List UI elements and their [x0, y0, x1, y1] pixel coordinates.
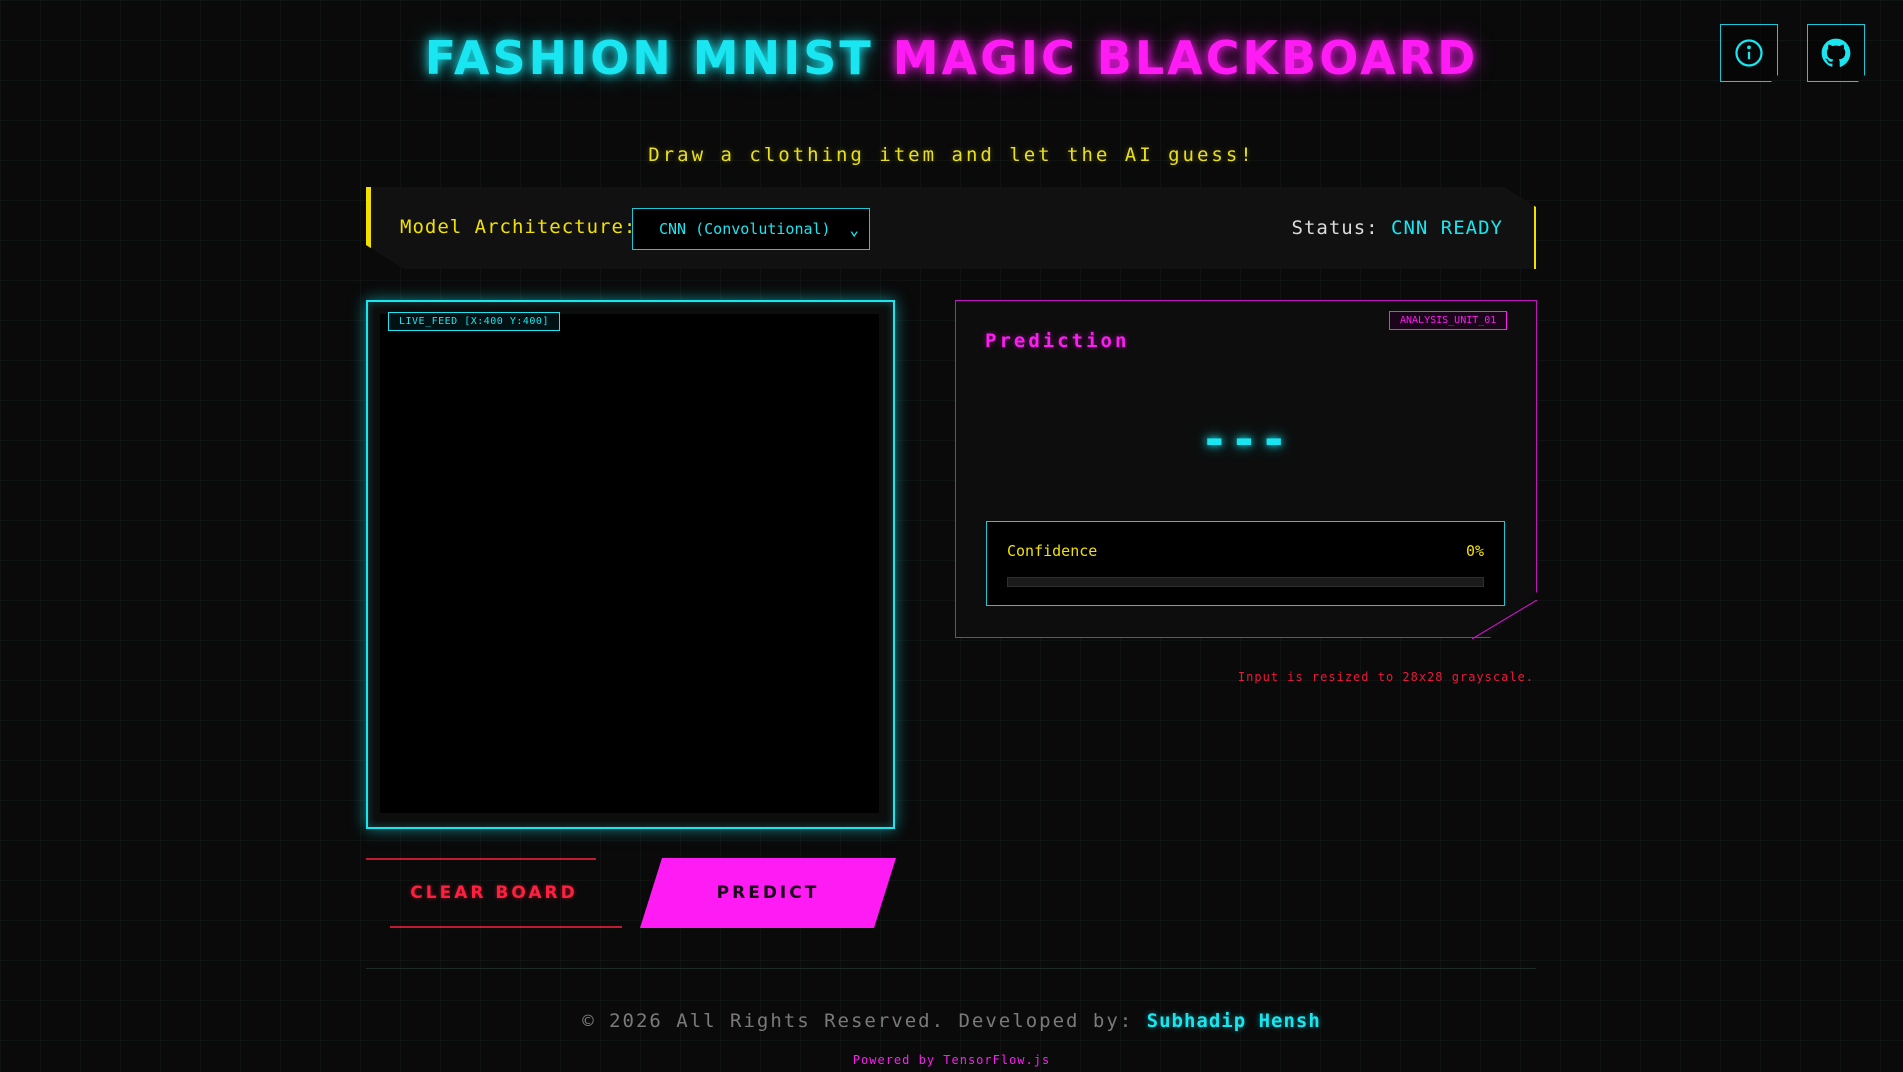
author-link[interactable]: Subhadip Hensh	[1147, 1010, 1321, 1032]
resize-note: Input is resized to 28x28 grayscale.	[1237, 670, 1534, 684]
prediction-label: Prediction	[985, 330, 1130, 352]
clear-board-button[interactable]: CLEAR BOARD	[366, 858, 622, 928]
confidence-box: Confidence 0%	[986, 521, 1505, 606]
predict-button-label: PREDICT	[716, 883, 820, 903]
status-value: CNN READY	[1391, 217, 1503, 239]
status-label: Status:	[1291, 217, 1379, 239]
clear-button-label: CLEAR BOARD	[410, 883, 578, 903]
powered-by: Powered by TensorFlow.js	[852, 1053, 1051, 1067]
model-select-value: CNN (Convolutional)	[659, 220, 831, 238]
page-title: FASHION MNIST MAGIC BLACKBOARD	[0, 30, 1903, 86]
footer-copyright: © 2026 All Rights Reserved. Developed by…	[0, 1010, 1903, 1032]
prediction-value: ---	[1200, 412, 1290, 466]
confidence-bar	[1007, 577, 1484, 587]
model-architecture-label: Model Architecture:	[400, 216, 637, 238]
confidence-value: 0%	[1465, 542, 1484, 560]
copyright-text: © 2026 All Rights Reserved. Developed by…	[582, 1010, 1147, 1032]
drawing-canvas[interactable]	[380, 314, 879, 813]
page-subtitle: Draw a clothing item and let the AI gues…	[648, 144, 1255, 166]
drawing-board-panel: LIVE_FEED [X:400 Y:400]	[366, 300, 895, 829]
predict-button[interactable]: PREDICT	[640, 858, 896, 928]
footer-divider	[366, 968, 1536, 969]
analysis-unit-badge: ANALYSIS_UNIT_01	[1389, 311, 1508, 330]
model-architecture-select[interactable]: CNN (Convolutional) ⌄	[632, 208, 870, 250]
title-part-1: FASHION MNIST	[424, 31, 893, 85]
live-feed-badge: LIVE_FEED [X:400 Y:400]	[388, 312, 560, 331]
confidence-label: Confidence	[1007, 542, 1098, 560]
title-part-2: MAGIC BLACKBOARD	[892, 31, 1479, 85]
chevron-down-icon: ⌄	[849, 220, 859, 239]
status-indicator: Status: CNN READY	[1292, 217, 1503, 239]
